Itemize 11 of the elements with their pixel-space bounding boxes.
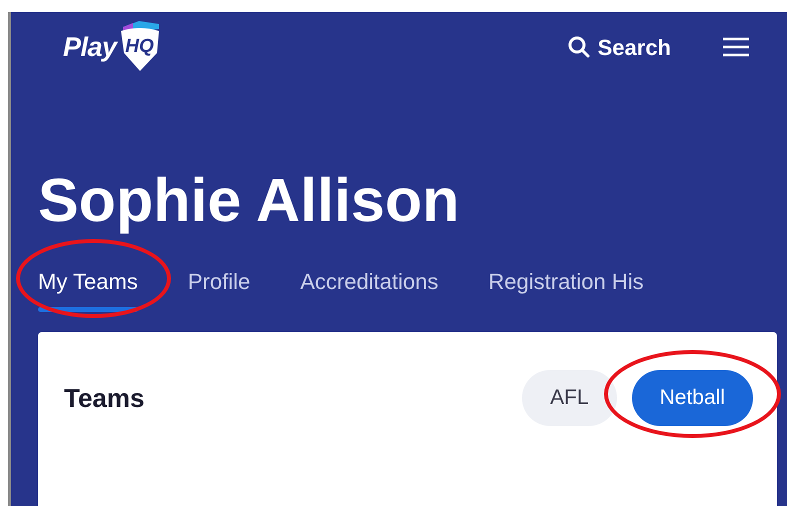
search-link[interactable]: Search — [598, 30, 671, 64]
menu-icon[interactable] — [723, 35, 749, 59]
nav-tab[interactable]: Profile — [188, 265, 250, 312]
logo-text: Play — [63, 30, 117, 64]
nav-tab[interactable]: My Teams — [38, 265, 138, 312]
nav-tab[interactable]: Accreditations — [300, 265, 438, 312]
card-title: Teams — [64, 382, 144, 414]
filter-pill[interactable]: AFL — [522, 370, 617, 426]
nav-tab[interactable]: Registration His — [488, 265, 644, 312]
filter-pill[interactable]: Netball — [632, 370, 753, 426]
search-icon[interactable] — [568, 36, 590, 58]
